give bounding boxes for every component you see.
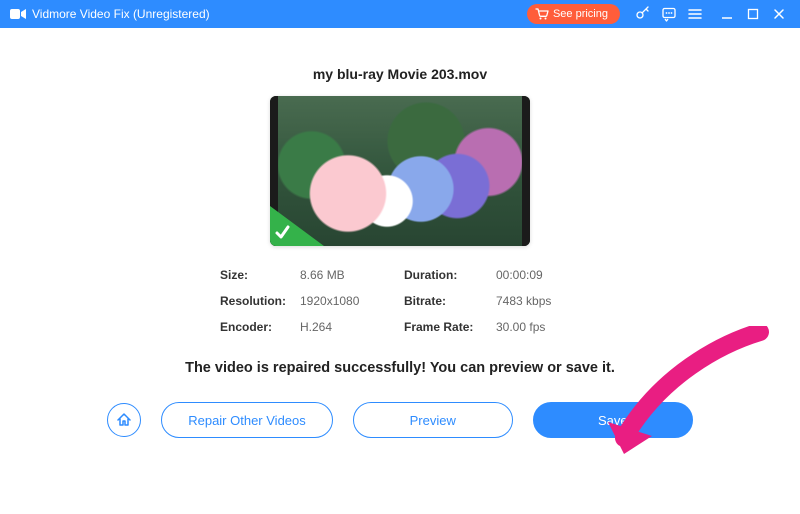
repair-other-videos-button[interactable]: Repair Other Videos bbox=[161, 402, 333, 438]
framerate-value: 30.00 fps bbox=[496, 320, 586, 334]
preview-button[interactable]: Preview bbox=[353, 402, 513, 438]
home-button[interactable] bbox=[107, 403, 141, 437]
repair-other-label: Repair Other Videos bbox=[188, 413, 306, 428]
save-label: Save bbox=[598, 413, 628, 428]
cart-icon bbox=[535, 8, 549, 20]
action-button-row: Repair Other Videos Preview Save bbox=[107, 402, 693, 438]
save-button[interactable]: Save bbox=[533, 402, 693, 438]
annotation-arrow bbox=[600, 326, 770, 466]
titlebar: Vidmore Video Fix (Unregistered) See pri… bbox=[0, 0, 800, 28]
duration-value: 00:00:09 bbox=[496, 268, 586, 282]
feedback-icon[interactable] bbox=[656, 0, 682, 28]
size-label: Size: bbox=[220, 268, 292, 282]
framerate-label: Frame Rate: bbox=[404, 320, 488, 334]
app-logo-icon bbox=[10, 8, 26, 20]
resolution-value: 1920x1080 bbox=[300, 294, 396, 308]
video-info-grid: Size: 8.66 MB Duration: 00:00:09 Resolut… bbox=[220, 268, 586, 334]
app-title: Vidmore Video Fix (Unregistered) bbox=[32, 7, 210, 21]
see-pricing-button[interactable]: See pricing bbox=[527, 4, 620, 24]
preview-label: Preview bbox=[410, 413, 456, 428]
resolution-label: Resolution: bbox=[220, 294, 292, 308]
bitrate-value: 7483 kbps bbox=[496, 294, 586, 308]
see-pricing-label: See pricing bbox=[553, 8, 608, 20]
encoder-label: Encoder: bbox=[220, 320, 292, 334]
video-thumbnail[interactable] bbox=[270, 96, 530, 246]
close-button[interactable] bbox=[766, 0, 792, 28]
bitrate-label: Bitrate: bbox=[404, 294, 488, 308]
main-content: my blu-ray Movie 203.mov Size: 8.66 MB D… bbox=[0, 28, 800, 514]
encoder-value: H.264 bbox=[300, 320, 396, 334]
minimize-button[interactable] bbox=[714, 0, 740, 28]
checkmark-icon bbox=[274, 224, 296, 242]
file-name: my blu-ray Movie 203.mov bbox=[313, 66, 487, 82]
size-value: 8.66 MB bbox=[300, 268, 396, 282]
duration-label: Duration: bbox=[404, 268, 488, 282]
register-key-icon[interactable] bbox=[630, 0, 656, 28]
thumbnail-image bbox=[270, 96, 530, 246]
status-message: The video is repaired successfully! You … bbox=[185, 360, 615, 376]
maximize-button[interactable] bbox=[740, 0, 766, 28]
menu-icon[interactable] bbox=[682, 0, 708, 28]
home-icon bbox=[116, 412, 132, 428]
